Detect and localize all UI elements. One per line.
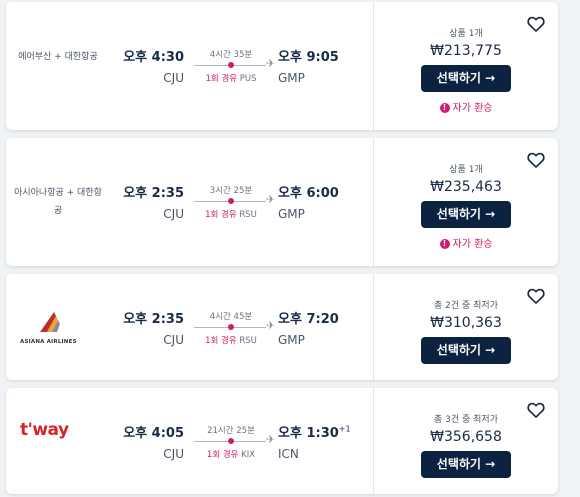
arrival: 오후 1:30+1 ICN: [278, 422, 358, 461]
stop-info: 1회 경유 RSU: [192, 208, 270, 220]
departure-time: 오후 4:30: [123, 50, 184, 65]
price: ₩235,463: [430, 179, 502, 195]
route-info: 21시간 25분 ✈ 1회 경유 KIX: [192, 424, 278, 460]
flight-card[interactable]: ASIANA AIRLINES 오후 2:35 CJU 4시간 45분 ✈ 1회…: [6, 274, 558, 380]
departure-time: 오후 2:35: [123, 312, 184, 327]
arrival-airport: ICN: [278, 447, 299, 461]
stop-count: 1회 경유: [205, 210, 237, 220]
airline-name: 아시아나항공 + 대한항공: [14, 188, 102, 216]
flight-card[interactable]: t'way 오후 4:05 CJU 21시간 25분 ✈ 1회 경유 KIX 오…: [6, 388, 558, 494]
departure-airport: CJU: [163, 447, 184, 461]
stop-airport: PUS: [239, 74, 257, 84]
stop-airport: RSU: [239, 210, 257, 220]
heart-icon[interactable]: [526, 14, 546, 34]
arrival: 오후 6:00 GMP: [278, 182, 358, 221]
departure-airport: CJU: [163, 333, 184, 347]
departure: 오후 2:35 CJU: [114, 182, 184, 221]
price-section: 총 3건 중 최저가 ₩356,658 선택하기 →: [374, 412, 558, 478]
arrival-airport: GMP: [278, 207, 305, 221]
arrival-time: 오후 1:30: [278, 426, 339, 441]
arrival: 오후 7:20 GMP: [278, 308, 358, 347]
asiana-airlines-logo: ASIANA AIRLINES: [20, 310, 77, 346]
stop-count: 1회 경유: [205, 74, 238, 84]
stop-count: 1회 경유: [206, 450, 239, 460]
route-info: 4시간 35분 ✈ 1회 경유 PUS: [192, 48, 278, 84]
alert-icon: !: [439, 239, 450, 249]
plane-icon: ✈: [266, 193, 276, 206]
tway-logo: t'way: [20, 420, 69, 440]
select-button[interactable]: 선택하기 →: [421, 337, 511, 364]
plane-icon: ✈: [266, 433, 276, 446]
route-info: 3시간 25분 ✈ 1회 경유 RSU: [192, 184, 278, 220]
route-line: ✈: [192, 193, 278, 206]
select-button[interactable]: 선택하기 →: [421, 201, 511, 228]
airline-name: ASIANA AIRLINES: [20, 339, 77, 345]
asiana-wing-icon: [40, 312, 60, 332]
self-transfer-label: 자가 환승: [452, 103, 493, 114]
stop-dot: [228, 62, 234, 68]
select-button[interactable]: 선택하기 →: [421, 65, 511, 92]
departure: 오후 4:30 CJU: [114, 46, 184, 85]
alert-icon: !: [439, 103, 450, 113]
stop-dot: [228, 438, 234, 444]
stop-count: 1회 경유: [205, 336, 237, 346]
self-transfer-notice[interactable]: ! 자가 환승: [374, 99, 558, 114]
departure: 오후 4:05 CJU: [114, 422, 184, 461]
price-section: 상품 1개 ₩213,775 선택하기 → ! 자가 환승: [374, 26, 558, 114]
select-button[interactable]: 선택하기 →: [421, 451, 511, 478]
price: ₩356,658: [430, 429, 502, 445]
plane-icon: ✈: [266, 319, 276, 332]
flight-card[interactable]: 아시아나항공 + 대한항공 오후 2:35 CJU 3시간 25분 ✈ 1회 경…: [6, 138, 558, 266]
heart-icon[interactable]: [526, 400, 546, 420]
flight-duration: 4시간 35분: [209, 50, 253, 60]
flight-card[interactable]: 에어부산 + 대한항공 오후 4:30 CJU 4시간 35분 ✈ 1회 경유 …: [6, 2, 558, 130]
price: ₩310,363: [430, 315, 502, 331]
arrival-time: 오후 6:00: [278, 186, 339, 201]
stop-info: 1회 경유 RSU: [192, 334, 270, 346]
arrival-airport: GMP: [278, 333, 305, 347]
airline-name: 에어부산 + 대한항공: [18, 52, 98, 62]
stop-dot: [228, 324, 234, 330]
departure-time: 오후 2:35: [123, 186, 184, 201]
plane-icon: ✈: [266, 57, 276, 70]
departure-time: 오후 4:05: [123, 426, 184, 441]
route-line: ✈: [192, 433, 278, 446]
arrival: 오후 9:05 GMP: [278, 46, 358, 85]
route-info: 4시간 45분 ✈ 1회 경유 RSU: [192, 310, 278, 346]
arrival-day-offset: +1: [338, 424, 351, 434]
price-section: 총 2건 중 최저가 ₩310,363 선택하기 →: [374, 298, 558, 364]
flight-duration: 21시간 25분: [207, 426, 255, 436]
departure-airport: CJU: [163, 71, 184, 85]
departure: 오후 2:35 CJU: [114, 308, 184, 347]
flight-duration: 4시간 45분: [209, 312, 253, 322]
arrival-time: 오후 7:20: [278, 312, 339, 327]
flight-duration: 3시간 25분: [209, 186, 253, 196]
arrival-time: 오후 9:05: [278, 50, 339, 65]
route-line: ✈: [192, 57, 278, 70]
departure-airport: CJU: [163, 207, 184, 221]
stop-airport: KIX: [241, 450, 256, 460]
self-transfer-notice[interactable]: ! 자가 환승: [374, 235, 558, 250]
heart-icon[interactable]: [526, 150, 546, 170]
arrival-airport: GMP: [278, 71, 305, 85]
stop-info: 1회 경유 KIX: [192, 448, 270, 460]
price: ₩213,775: [430, 43, 502, 59]
stop-airport: RSU: [239, 336, 257, 346]
price-section: 상품 1개 ₩235,463 선택하기 → ! 자가 환승: [374, 162, 558, 250]
stop-info: 1회 경유 PUS: [192, 72, 270, 84]
self-transfer-label: 자가 환승: [452, 239, 493, 250]
heart-icon[interactable]: [526, 286, 546, 306]
stop-dot: [228, 198, 234, 204]
route-line: ✈: [192, 319, 278, 332]
